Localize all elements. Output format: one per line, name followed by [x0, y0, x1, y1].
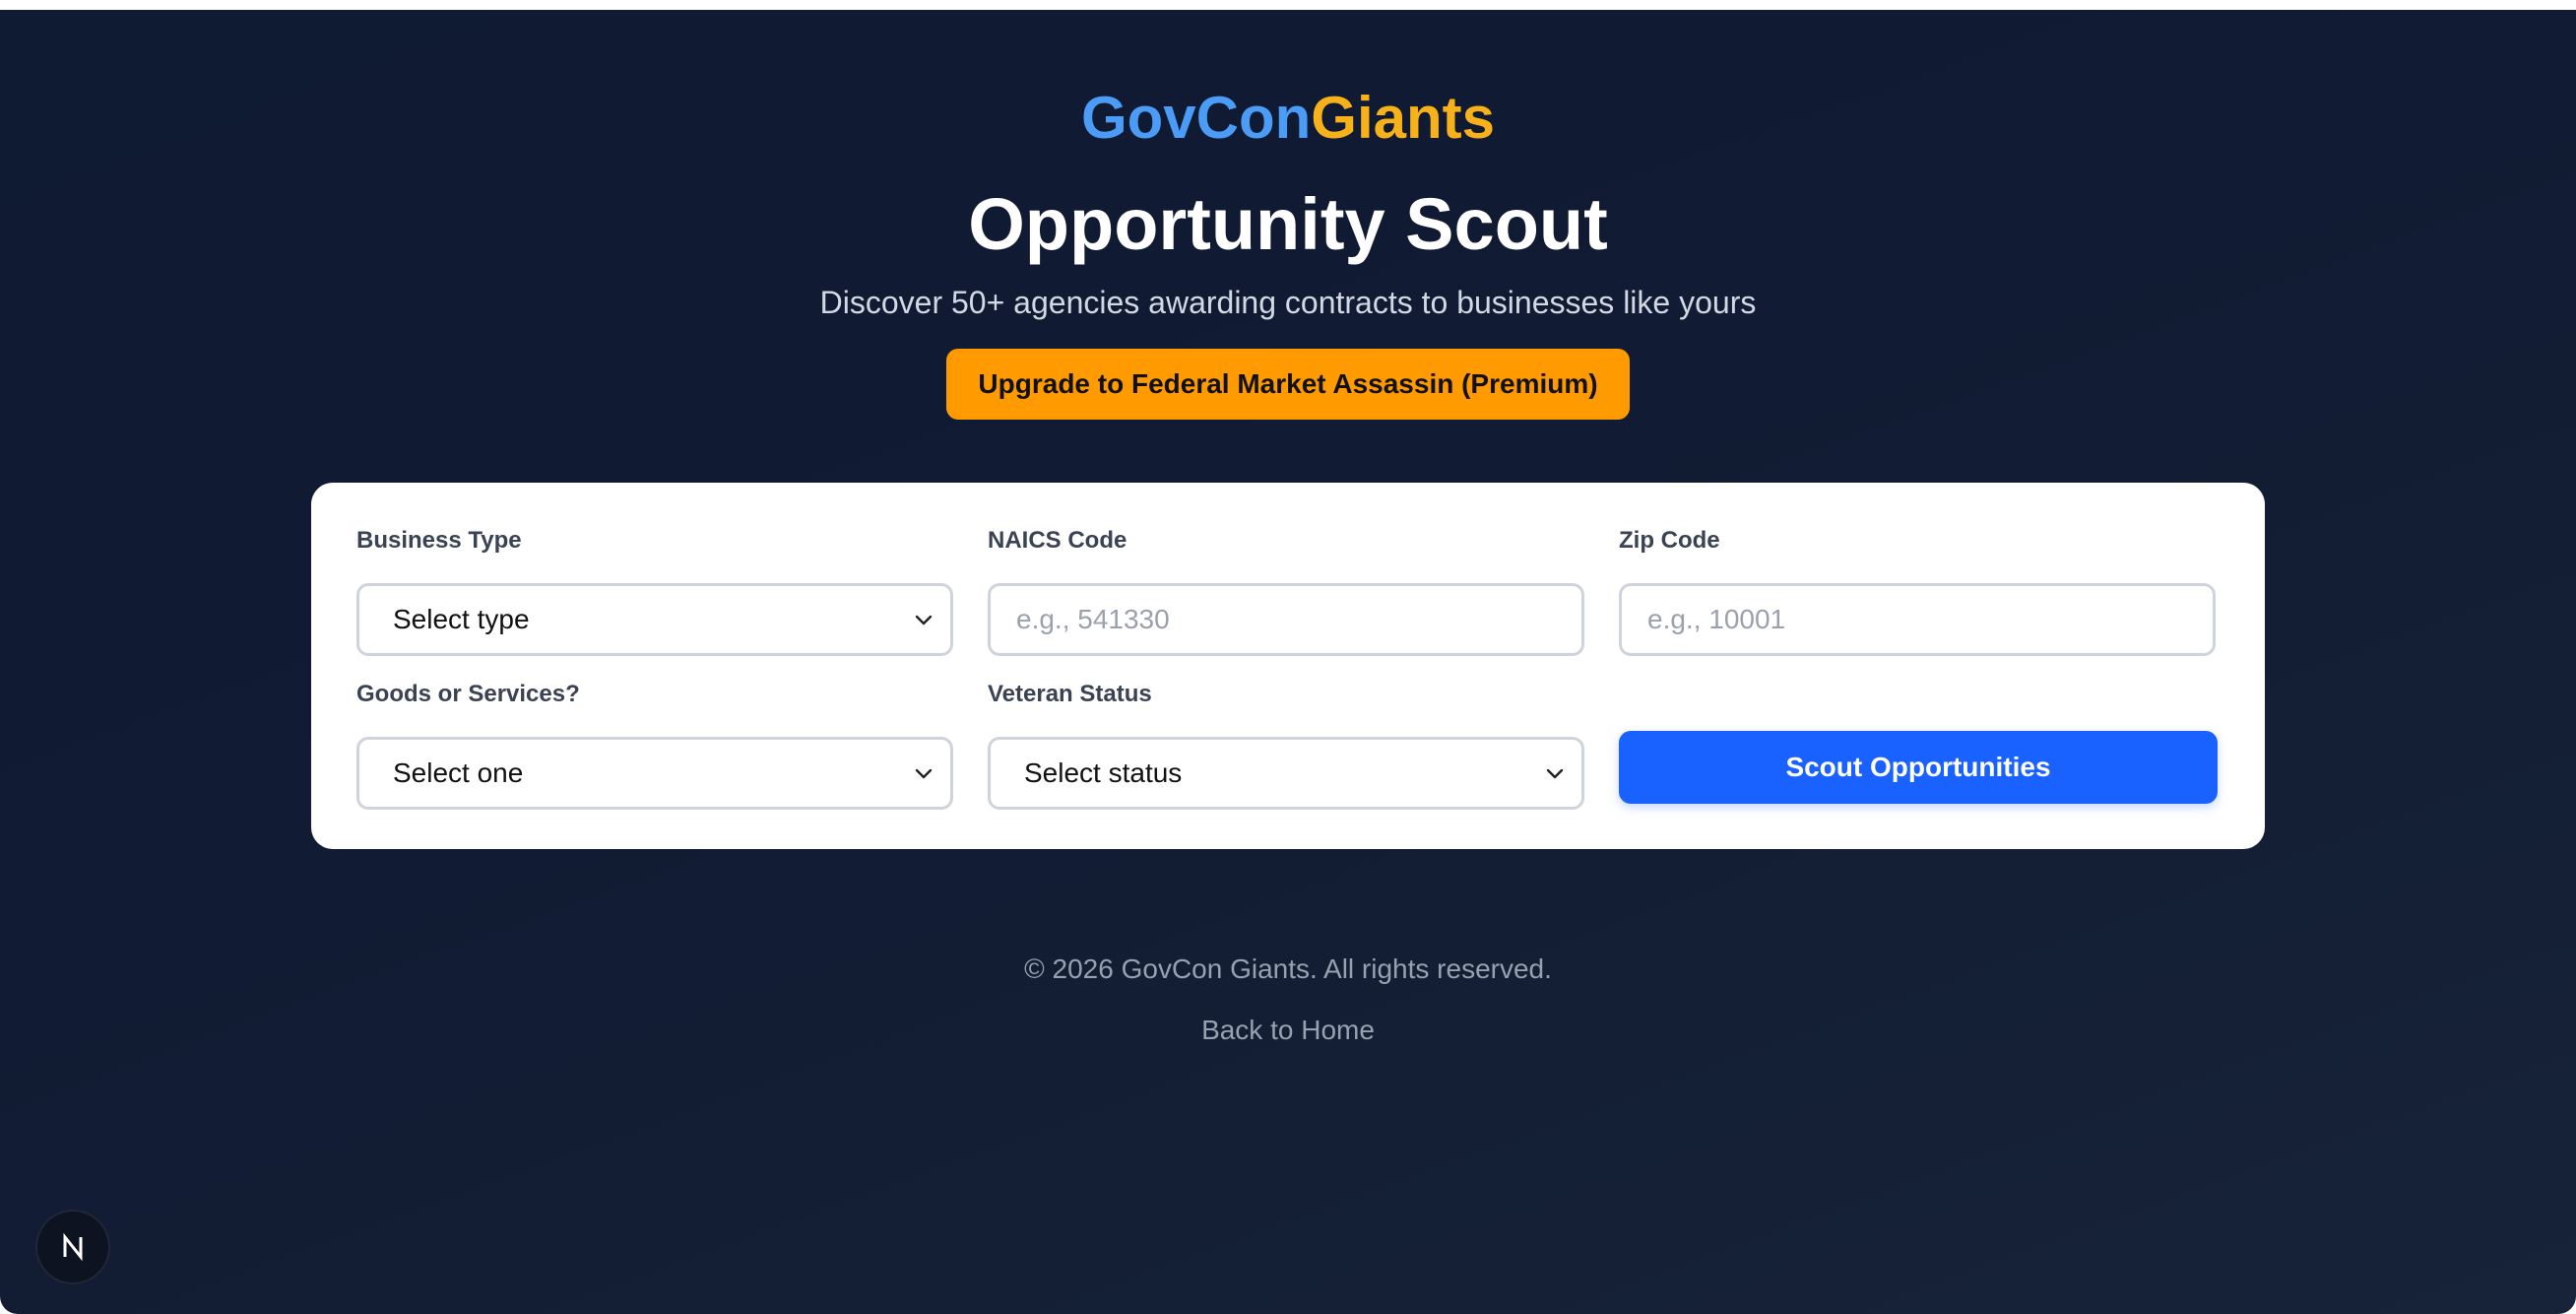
business-type-label: Business Type — [356, 527, 522, 554]
chevron-down-icon — [1546, 768, 1564, 779]
brand-logo-part2: Giants — [1311, 85, 1496, 151]
page-subtitle: Discover 50+ agencies awarding contracts… — [819, 285, 1757, 320]
zip-code-placeholder: e.g., 10001 — [1647, 604, 1786, 634]
brand-logo: GovConGiants — [0, 81, 2576, 156]
nextjs-icon — [63, 1232, 83, 1262]
business-type-select[interactable]: Select type — [356, 583, 953, 656]
chevron-down-icon — [915, 768, 933, 779]
search-form-card: Business Type Select type NAICS Code e.g… — [311, 483, 2265, 849]
goods-services-label: Goods or Services? — [356, 681, 580, 707]
zip-code-input[interactable]: e.g., 10001 — [1619, 583, 2216, 656]
page-title: Opportunity Scout — [968, 183, 1608, 265]
chevron-down-icon — [915, 615, 933, 625]
upgrade-premium-button[interactable]: Upgrade to Federal Market Assassin (Prem… — [946, 349, 1630, 420]
page-background: GovConGiants Opportunity Scout Discover … — [0, 10, 2576, 1314]
naics-code-placeholder: e.g., 541330 — [1016, 604, 1170, 634]
goods-services-value: Select one — [393, 757, 524, 788]
veteran-status-label: Veteran Status — [988, 681, 1152, 707]
copyright-text: © 2026 GovCon Giants. All rights reserve… — [1024, 953, 1552, 984]
veteran-status-value: Select status — [1024, 757, 1183, 788]
brand-logo-part1: GovCon — [1080, 85, 1312, 151]
back-to-home-link[interactable]: Back to Home — [0, 1011, 2576, 1050]
veteran-status-select[interactable]: Select status — [988, 737, 1584, 810]
zip-code-label: Zip Code — [1619, 527, 1720, 554]
naics-code-label: NAICS Code — [988, 527, 1127, 554]
business-type-value: Select type — [393, 604, 530, 634]
naics-code-input[interactable]: e.g., 541330 — [988, 583, 1584, 656]
goods-services-select[interactable]: Select one — [356, 737, 953, 810]
scout-opportunities-button[interactable]: Scout Opportunities — [1619, 731, 2218, 804]
nextjs-dev-badge[interactable] — [37, 1212, 108, 1282]
